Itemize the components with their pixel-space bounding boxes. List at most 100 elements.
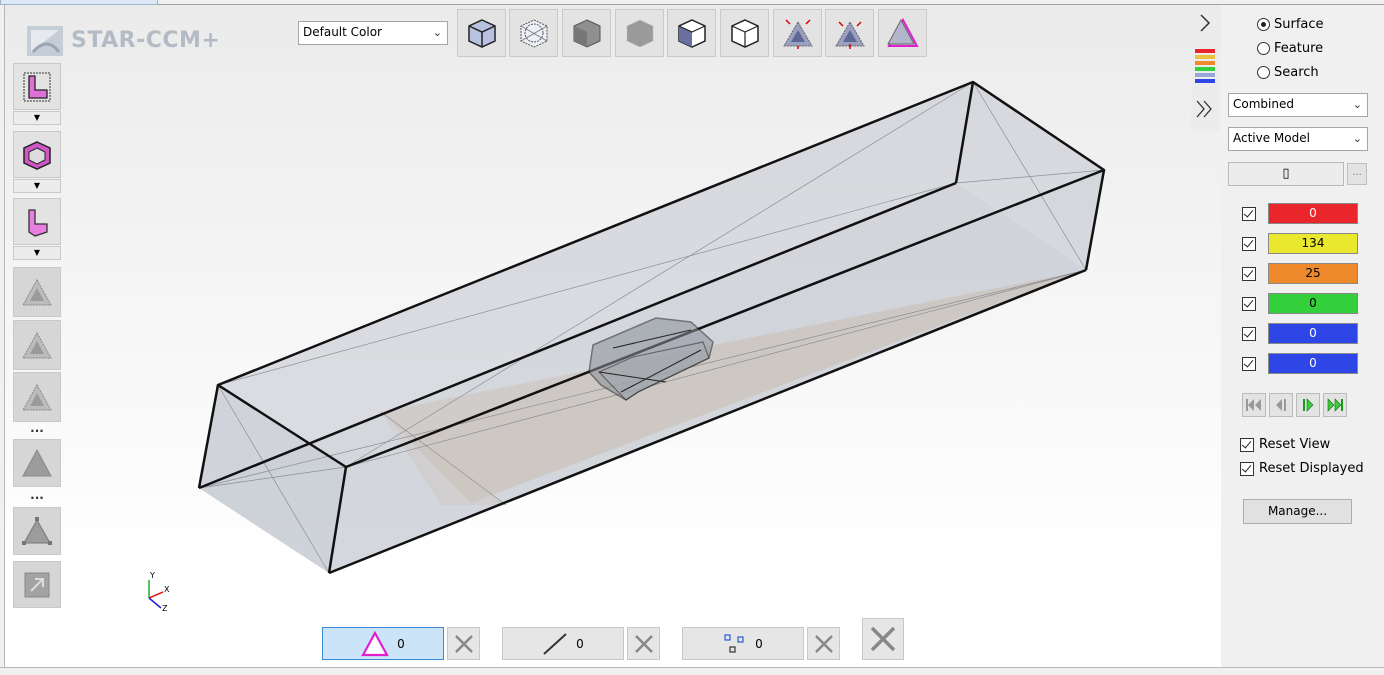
combined-select[interactable]: Combined ⌄: [1228, 93, 1368, 117]
solid-cube-view-button[interactable]: [457, 9, 506, 57]
mode-search-radio[interactable]: Search: [1257, 65, 1319, 80]
gray-expand-triangle-icon: [22, 278, 52, 306]
selection-panel: Surface Feature Search Combined ⌄ Active…: [1191, 5, 1384, 667]
checkbox-checked-icon[interactable]: [1242, 236, 1256, 251]
more-tools-1[interactable]: ...: [13, 422, 61, 435]
first-button[interactable]: [1242, 393, 1266, 417]
reset-displayed-checkbox[interactable]: Reset Displayed: [1240, 461, 1364, 476]
mode-surface-radio[interactable]: Surface: [1257, 17, 1324, 32]
pink-l-shape-icon: [28, 208, 48, 237]
last-button[interactable]: [1323, 393, 1347, 417]
vertices-selection-button[interactable]: 0: [682, 627, 804, 660]
shaded-faces-view-button[interactable]: [667, 9, 716, 57]
create-volume-button[interactable]: [13, 131, 61, 178]
legend-row[interactable]: 0: [1242, 293, 1358, 314]
checkbox-checked-icon[interactable]: [1242, 356, 1256, 371]
clear-vertices-button[interactable]: [807, 627, 840, 660]
shaded-faces-cube-icon: [677, 19, 706, 48]
chevron-down-icon: ⌄: [1352, 132, 1362, 145]
graphics-viewport[interactable]: STAR-CCM+ Default Color ⌄ ▼ ▼ ▼ ... ... …: [4, 5, 1221, 667]
create-shape-dropdown[interactable]: ▼: [13, 246, 61, 260]
gray-solid-view-button[interactable]: [562, 9, 611, 57]
color-mode-value: Default Color: [303, 25, 382, 39]
svg-text:X: X: [164, 585, 170, 594]
combined-value: Combined: [1233, 97, 1294, 111]
legend-row[interactable]: 0: [1242, 353, 1358, 374]
faces-selection-button[interactable]: 0: [322, 627, 444, 660]
close-icon: [814, 634, 833, 653]
svg-text:Z: Z: [162, 604, 168, 613]
filter-field[interactable]: ▯: [1228, 162, 1344, 186]
checkbox-checked-icon[interactable]: [1242, 326, 1256, 341]
clear-edges-button[interactable]: [627, 627, 660, 660]
radio-selected-icon: [1257, 18, 1270, 31]
contract-tool-button[interactable]: [13, 320, 61, 370]
model-value: Active Model: [1233, 131, 1310, 145]
expand-selection-button[interactable]: [773, 9, 822, 57]
gray-mesh-cube-icon: [626, 19, 653, 48]
wireframe-view-button[interactable]: [509, 9, 558, 57]
mode-surface-label: Surface: [1274, 17, 1324, 32]
more-tools-2[interactable]: ...: [13, 489, 61, 502]
axis-triad-icon: Y X Z: [148, 571, 170, 613]
checkbox-checked-icon: [1240, 461, 1254, 476]
gray-triangle-icon: [22, 448, 52, 477]
skip-last-icon: [1327, 398, 1343, 412]
checkbox-checked-icon[interactable]: [1242, 206, 1256, 221]
legend-row[interactable]: 0: [1242, 323, 1358, 344]
edges-selection-button[interactable]: 0: [502, 627, 624, 660]
logo-icon: [27, 26, 63, 56]
pink-cube-icon: [23, 140, 51, 170]
model-select[interactable]: Active Model ⌄: [1228, 127, 1368, 151]
legend-value: 25: [1268, 263, 1358, 284]
legend-row[interactable]: 25: [1242, 263, 1358, 284]
panel-controls-icon: [1195, 14, 1215, 118]
create-shape-button[interactable]: [13, 198, 61, 245]
highlight-triangle-button[interactable]: [878, 9, 927, 57]
gray-grow-triangle-icon: [22, 383, 52, 411]
create-part-button[interactable]: [13, 63, 61, 110]
mode-feature-radio[interactable]: Feature: [1257, 41, 1323, 56]
grow-tool-button[interactable]: [13, 372, 61, 422]
reset-view-checkbox[interactable]: Reset View: [1240, 437, 1330, 452]
collapse-panel-button[interactable]: [1191, 9, 1219, 131]
contract-selection-button[interactable]: [825, 9, 874, 57]
right-edge: [1380, 5, 1384, 667]
legend-value: 0: [1268, 353, 1358, 374]
legend-value: 0: [1268, 293, 1358, 314]
legend-row[interactable]: 0: [1242, 203, 1358, 224]
outline-cube-icon: [730, 19, 759, 48]
reset-view-label: Reset View: [1259, 437, 1331, 452]
filter-more-button[interactable]: ...: [1347, 163, 1367, 185]
step-forward-icon: [1303, 398, 1314, 412]
previous-button[interactable]: [1269, 393, 1293, 417]
contract-triangle-icon: [834, 21, 865, 49]
radio-unselected-icon: [1257, 42, 1270, 55]
expand-tool-button[interactable]: [13, 267, 61, 317]
create-part-dropdown[interactable]: ▼: [13, 111, 61, 125]
outline-view-button[interactable]: [720, 9, 769, 57]
close-icon: [454, 634, 473, 653]
vertex-tool-button[interactable]: [13, 507, 61, 555]
checkbox-checked-icon[interactable]: [1242, 266, 1256, 281]
status-strip: [0, 667, 1384, 675]
clear-faces-button[interactable]: [447, 627, 480, 660]
pink-triangle-icon: [361, 630, 390, 656]
close-icon: [634, 634, 653, 653]
logo-text: STAR-CCM+: [71, 27, 221, 53]
triangle-tool-button[interactable]: [13, 439, 61, 487]
radio-unselected-icon: [1257, 66, 1270, 79]
manage-button[interactable]: Manage...: [1243, 499, 1352, 524]
checkbox-checked-icon: [1240, 437, 1254, 452]
clear-all-button[interactable]: [862, 618, 904, 660]
expand-triangle-icon: [782, 19, 813, 49]
color-mode-select[interactable]: Default Color ⌄: [298, 21, 448, 45]
checkbox-checked-icon[interactable]: [1242, 296, 1256, 311]
transform-tool-button[interactable]: [13, 561, 61, 608]
gray-mesh-view-button[interactable]: [615, 9, 664, 57]
mode-search-label: Search: [1274, 65, 1319, 80]
create-volume-dropdown[interactable]: ▼: [13, 179, 61, 193]
next-button[interactable]: [1296, 393, 1320, 417]
app-window: STAR-CCM+ Default Color ⌄ ▼ ▼ ▼ ... ... …: [0, 0, 1384, 675]
legend-row[interactable]: 134: [1242, 233, 1358, 254]
